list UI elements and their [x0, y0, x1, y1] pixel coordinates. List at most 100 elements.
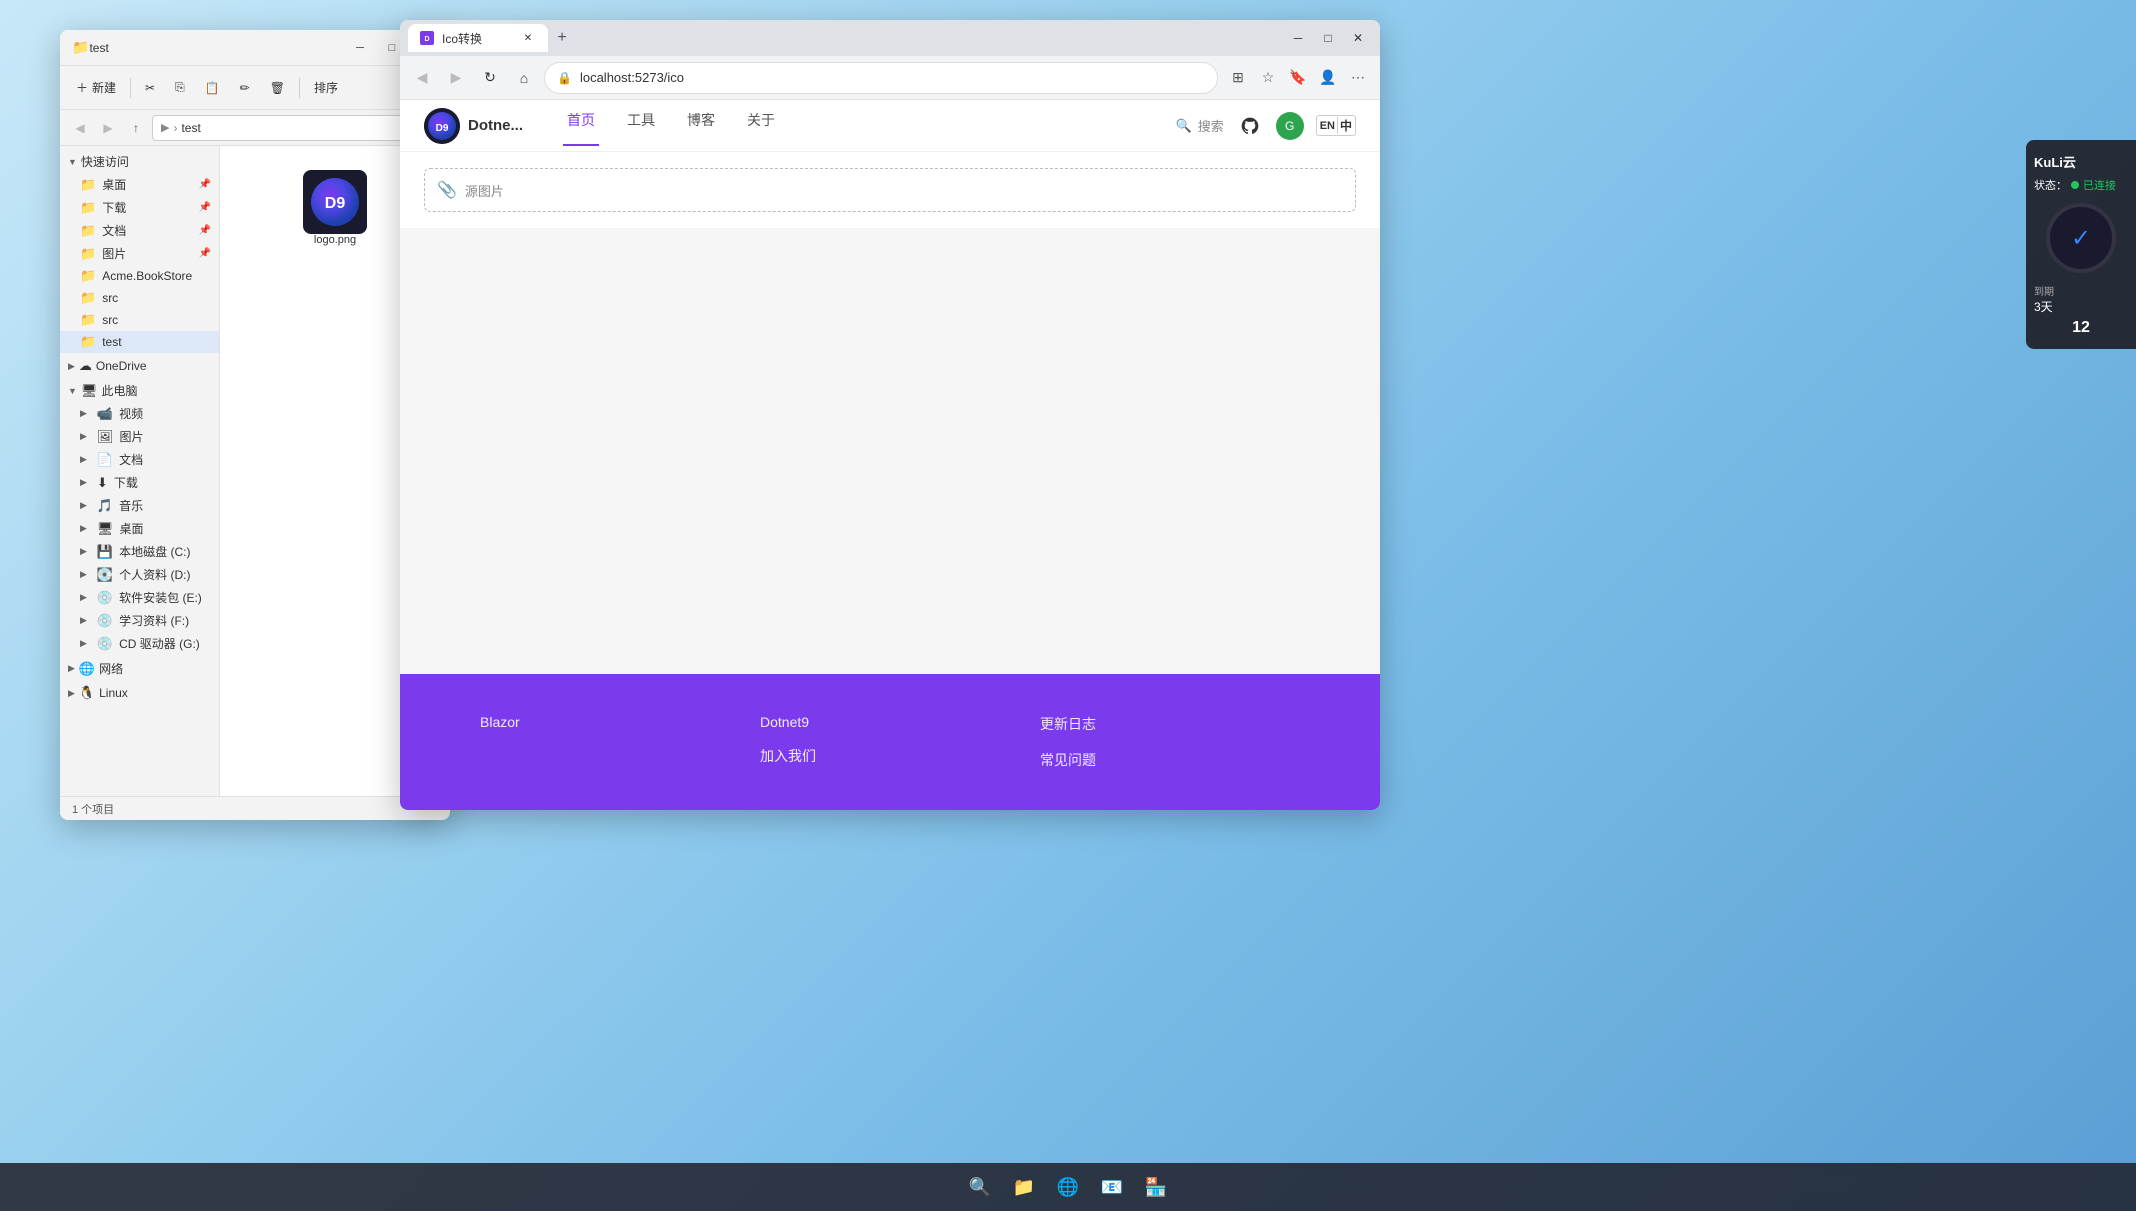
- browser-tab-active[interactable]: D Ico转换 ✕: [408, 24, 548, 52]
- quick-access-label: 快速访问: [81, 153, 129, 170]
- cut-button[interactable]: ✂: [137, 77, 163, 99]
- address-path[interactable]: ▶ › test: [152, 115, 442, 141]
- sort-button[interactable]: 排序: [306, 75, 346, 100]
- sidebar-item-downloads2[interactable]: ▶ ⬇ 下载: [60, 471, 219, 494]
- more-icon[interactable]: ⋯: [1344, 64, 1372, 92]
- sidebar-item-e-drive[interactable]: ▶ 💿 软件安装包 (E:): [60, 586, 219, 609]
- delete-button[interactable]: 🗑: [262, 77, 293, 99]
- upload-area[interactable]: 📎 源图片: [424, 168, 1356, 212]
- kuli-status: 状态： 已连接: [2034, 177, 2128, 193]
- sidebar-item-c-drive[interactable]: ▶ 💾 本地磁盘 (C:): [60, 540, 219, 563]
- browser-window: D Ico转换 ✕ + ─ □ ✕ ◀ ▶ ↻ ⌂ 🔒 localhost:52…: [400, 20, 1380, 810]
- site-logo-icon: D9: [424, 108, 460, 144]
- sidebar-item-documents[interactable]: 📁 文档 📌: [60, 219, 219, 242]
- sidebar-item-desktop2[interactable]: ▶ 🖥 桌面: [60, 517, 219, 540]
- paste-button[interactable]: 📋: [197, 77, 228, 99]
- sidebar-item-acme-bookstore[interactable]: 📁 Acme.BookStore: [60, 265, 219, 287]
- copy-button[interactable]: ⎘: [167, 76, 193, 99]
- sidebar-item-label: src: [102, 291, 118, 305]
- chevron-right-icon: ▶: [80, 592, 87, 603]
- rss-icon[interactable]: G: [1276, 112, 1304, 140]
- new-tab-button[interactable]: +: [548, 24, 576, 52]
- sidebar-item-label: 文档: [102, 222, 126, 239]
- site-search[interactable]: 🔍 搜索: [1176, 116, 1224, 135]
- sidebar-item-downloads[interactable]: 📁 下载 📌: [60, 196, 219, 219]
- taskbar-explorer[interactable]: 📁: [1006, 1169, 1042, 1205]
- linux-header[interactable]: ▶ 🐧 Linux: [60, 682, 219, 704]
- folder-icon: 📁: [80, 200, 96, 216]
- star-icon[interactable]: ☆: [1254, 64, 1282, 92]
- sidebar-item-src1[interactable]: 📁 src: [60, 287, 219, 309]
- sidebar-item-label: 桌面: [119, 520, 143, 537]
- sidebar-item-pictures[interactable]: 📁 图片 📌: [60, 242, 219, 265]
- explorer-title: test: [89, 41, 346, 55]
- explorer-toolbar: ＋ 新建 ✂ ⎘ 📋 ✏ 🗑 排序: [60, 66, 450, 110]
- network-header[interactable]: ▶ 🌐 网络: [60, 657, 219, 680]
- translate-icon[interactable]: ⊞: [1224, 64, 1252, 92]
- footer-link-changelog[interactable]: 更新日志: [1040, 714, 1300, 734]
- pin-icon: 📌: [199, 248, 211, 259]
- onedrive-header[interactable]: ▶ ☁ OneDrive: [60, 355, 219, 377]
- language-badge[interactable]: EN 中: [1316, 115, 1356, 136]
- browser-close-button[interactable]: ✕: [1344, 26, 1372, 50]
- footer-link-join[interactable]: 加入我们: [760, 746, 1020, 766]
- sidebar-item-music[interactable]: ▶ 🎵 音乐: [60, 494, 219, 517]
- sidebar-item-documents2[interactable]: ▶ 📄 文档: [60, 448, 219, 471]
- chevron-right-icon: ▶: [80, 454, 87, 465]
- sidebar-item-test[interactable]: 📁 test: [60, 331, 219, 353]
- sidebar-item-desktop[interactable]: 📁 桌面 📌: [60, 173, 219, 196]
- browser-home-button[interactable]: ⌂: [510, 64, 538, 92]
- browser-minimize-button[interactable]: ─: [1284, 26, 1312, 50]
- footer-link-faq[interactable]: 常见问题: [1040, 750, 1300, 770]
- taskbar: 🔍 📁 🌐 📧 🏪: [0, 1163, 2136, 1211]
- nav-item-blog[interactable]: 博客: [683, 106, 719, 146]
- minimize-button[interactable]: ─: [346, 36, 374, 60]
- folder-icon: 📹: [97, 406, 113, 422]
- rename-button[interactable]: ✏: [232, 77, 258, 99]
- sidebar-item-d-drive[interactable]: ▶ 💽 个人资料 (D:): [60, 563, 219, 586]
- taskbar-store[interactable]: 🏪: [1138, 1169, 1174, 1205]
- this-pc-header[interactable]: ▼ 🖥 此电脑: [60, 379, 219, 402]
- back-button[interactable]: ◀: [68, 116, 92, 140]
- list-item[interactable]: D9 logo.png: [295, 162, 375, 254]
- browser-maximize-button[interactable]: □: [1314, 26, 1342, 50]
- status-count: 1 个项目: [72, 801, 114, 817]
- github-icon[interactable]: [1236, 112, 1264, 140]
- chevron-right-icon: ▶: [80, 477, 87, 488]
- taskbar-search[interactable]: 🔍: [962, 1169, 998, 1205]
- footer-col-2: Dotnet9 加入我们: [760, 714, 1020, 770]
- sidebar-item-pictures2[interactable]: ▶ 🖼 图片: [60, 425, 219, 448]
- sidebar-item-label: test: [102, 335, 121, 349]
- browser-back-button[interactable]: ◀: [408, 64, 436, 92]
- forward-button[interactable]: ▶: [96, 116, 120, 140]
- onedrive-label: OneDrive: [96, 359, 147, 373]
- footer-link-dotnet9[interactable]: Dotnet9: [760, 714, 1020, 730]
- url-bar[interactable]: 🔒 localhost:5273/ico: [544, 62, 1218, 94]
- sidebar-item-src2[interactable]: 📁 src: [60, 309, 219, 331]
- sidebar-item-videos[interactable]: ▶ 📹 视频: [60, 402, 219, 425]
- sidebar-item-label: Acme.BookStore: [102, 269, 192, 283]
- footer-link-blazor[interactable]: Blazor: [480, 714, 740, 730]
- tab-close-button[interactable]: ✕: [520, 30, 536, 46]
- sidebar-item-g-drive[interactable]: ▶ 💿 CD 驱动器 (G:): [60, 632, 219, 655]
- nav-item-about[interactable]: 关于: [743, 106, 779, 146]
- status-value: 已连接: [2083, 177, 2116, 193]
- profile-icon[interactable]: 👤: [1314, 64, 1342, 92]
- quick-access-header[interactable]: ▼ 快速访问: [60, 150, 219, 173]
- bookmark-icon[interactable]: 🔖: [1284, 64, 1312, 92]
- nav-item-tools[interactable]: 工具: [623, 106, 659, 146]
- browser-forward-button[interactable]: ▶: [442, 64, 470, 92]
- toolbar-separator: [130, 78, 131, 98]
- up-button[interactable]: ↑: [124, 116, 148, 140]
- taskbar-browser[interactable]: 🌐: [1050, 1169, 1086, 1205]
- browser-titlebar: D Ico转换 ✕ + ─ □ ✕: [400, 20, 1380, 56]
- sidebar-item-f-drive[interactable]: ▶ 💿 学习资料 (F:): [60, 609, 219, 632]
- taskbar-mail[interactable]: 📧: [1094, 1169, 1130, 1205]
- nav-item-home[interactable]: 首页: [563, 106, 599, 146]
- folder-icon: 📄: [97, 452, 113, 468]
- this-pc-group: ▼ 🖥 此电脑 ▶ 📹 视频 ▶ 🖼 图片 ▶ 📄 文档: [60, 379, 219, 655]
- chevron-right-icon: ▶: [80, 638, 87, 649]
- path-arrow: ▶: [161, 121, 169, 134]
- browser-refresh-button[interactable]: ↻: [476, 64, 504, 92]
- new-button[interactable]: ＋ 新建: [68, 75, 124, 100]
